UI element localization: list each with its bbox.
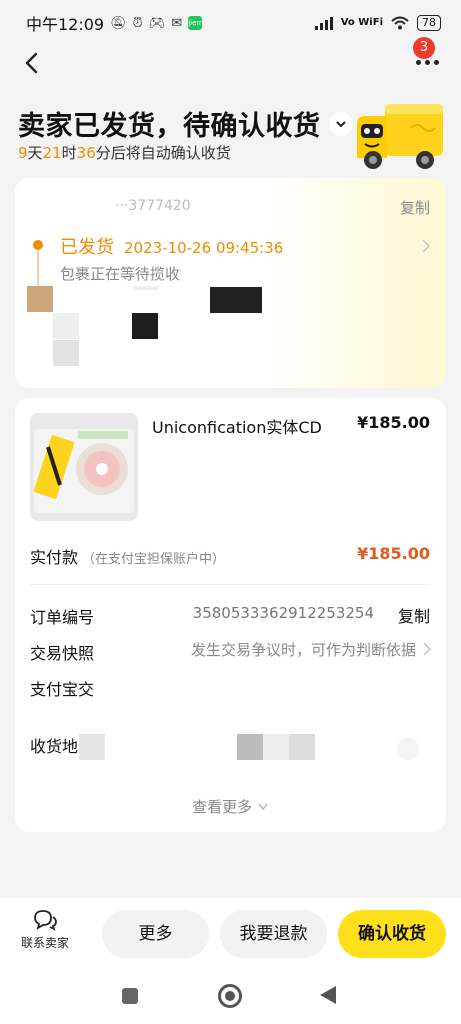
- logistics-card[interactable]: ···3777420 复制 已发货 2023-10-26 09:45:36 包裹…: [15, 178, 446, 388]
- system-navigation-bar: [0, 970, 461, 1024]
- chevron-down-icon: [258, 803, 268, 811]
- recent-apps-icon[interactable]: [122, 988, 138, 1004]
- redacted-block: [79, 734, 105, 760]
- copy-order-number-button[interactable]: 复制: [398, 603, 430, 627]
- battery-icon: 78: [417, 15, 441, 31]
- chevron-right-icon[interactable]: [420, 238, 432, 254]
- chat-icon: [34, 910, 57, 931]
- auto-confirm-countdown: 9天21时36分后将自动确认收货: [18, 142, 258, 163]
- redacted-block: [132, 313, 158, 339]
- page-title[interactable]: 卖家已发货，待确认收货: [18, 104, 353, 143]
- paid-note: （在支付宝担保账户中）: [82, 552, 226, 567]
- status-time: 中午12:09: [26, 15, 105, 34]
- wifi-icon: [391, 16, 409, 30]
- timeline-dot: [33, 240, 43, 250]
- product-title[interactable]: Uniconfication实体CD: [152, 414, 322, 438]
- view-more-button[interactable]: 查看更多: [15, 796, 446, 817]
- order-number-label: 订单编号: [30, 608, 95, 627]
- redacted-block: [289, 734, 315, 760]
- product-image[interactable]: [30, 413, 138, 521]
- top-nav: 3: [0, 37, 461, 84]
- snapshot-label[interactable]: 交易快照: [30, 640, 94, 664]
- home-icon[interactable]: [218, 984, 242, 1008]
- back-arrow-icon[interactable]: [18, 48, 48, 78]
- logistics-detail: 包裹正在等待揽收: [60, 265, 181, 283]
- signal-icon: [314, 16, 333, 30]
- chevron-right-icon[interactable]: [422, 641, 432, 657]
- countdown-minutes: 36: [76, 144, 96, 162]
- mute-icon: 🔕︎: [110, 15, 127, 31]
- confirm-receipt-button[interactable]: 确认收货: [338, 910, 446, 958]
- countdown-days: 9: [18, 144, 28, 162]
- status-left: 中午12:09 🔕︎ ⏰︎ 🎮︎ ✉ jiem: [26, 11, 203, 35]
- address-label: 收货地: [30, 737, 79, 756]
- paid-label-text: 实付款: [30, 548, 79, 567]
- shipped-timestamp: 2023-10-26 09:45:36: [124, 239, 284, 257]
- redacted-block: [210, 287, 262, 313]
- cd-package-image: [33, 429, 134, 513]
- paid-label: 实付款 （在支付宝担保账户中）: [30, 544, 225, 568]
- notification-badge: 3: [413, 37, 435, 59]
- snapshot-description[interactable]: 发生交易争议时，可作为判断依据: [191, 639, 416, 660]
- page-title-text: 卖家已发货，待确认收货: [18, 111, 321, 142]
- product-price: ¥185.00: [357, 413, 430, 432]
- redacted-block: [237, 734, 263, 760]
- redacted-block: [53, 340, 79, 366]
- mail-icon: ✉: [171, 15, 183, 31]
- divider: [30, 584, 430, 585]
- app-notification-icon: jiem: [188, 16, 203, 30]
- contact-seller-button[interactable]: 联系卖家: [18, 908, 72, 951]
- paid-amount: ¥185.00: [357, 544, 430, 563]
- shipped-status-label: 已发货: [60, 237, 114, 258]
- countdown-days-unit: 天: [27, 144, 43, 162]
- redacted-block: [53, 313, 79, 339]
- volte-indicator: Vo WiFi: [340, 17, 383, 28]
- more-menu-icon[interactable]: [416, 60, 439, 65]
- game-icon: 🎮︎: [148, 15, 166, 31]
- delivery-truck-illustration: [357, 104, 443, 169]
- countdown-hours: 21: [42, 144, 62, 162]
- view-more-label: 查看更多: [192, 798, 253, 816]
- refund-button[interactable]: 我要退款: [220, 910, 327, 958]
- countdown-hours-unit: 时: [61, 144, 77, 162]
- redacted-block: [133, 286, 159, 290]
- redacted-block: [27, 286, 53, 312]
- shipped-status: 已发货 2023-10-26 09:45:36: [60, 233, 283, 259]
- alipay-label: 支付宝交: [30, 680, 95, 699]
- more-button[interactable]: 更多: [102, 910, 209, 958]
- tracking-number: ···3777420: [115, 198, 191, 214]
- alarm-icon: ⏰︎: [132, 15, 143, 31]
- system-back-icon[interactable]: [320, 986, 336, 1004]
- contact-seller-label: 联系卖家: [20, 936, 69, 950]
- copy-tracking-button[interactable]: 复制: [400, 197, 430, 218]
- redacted-block: [263, 734, 289, 760]
- order-card: Uniconfication实体CD ¥185.00 实付款 （在支付宝担保账户中…: [15, 398, 446, 832]
- status-right: Vo WiFi 78: [314, 15, 441, 31]
- bottom-action-bar: 联系卖家 更多 我要退款 确认收货: [0, 898, 461, 970]
- countdown-suffix: 分后将自动确认收货: [95, 144, 231, 162]
- redacted-block: [397, 738, 419, 760]
- order-number: 3580533362912253254: [192, 604, 374, 622]
- chevron-down-icon[interactable]: [328, 111, 353, 136]
